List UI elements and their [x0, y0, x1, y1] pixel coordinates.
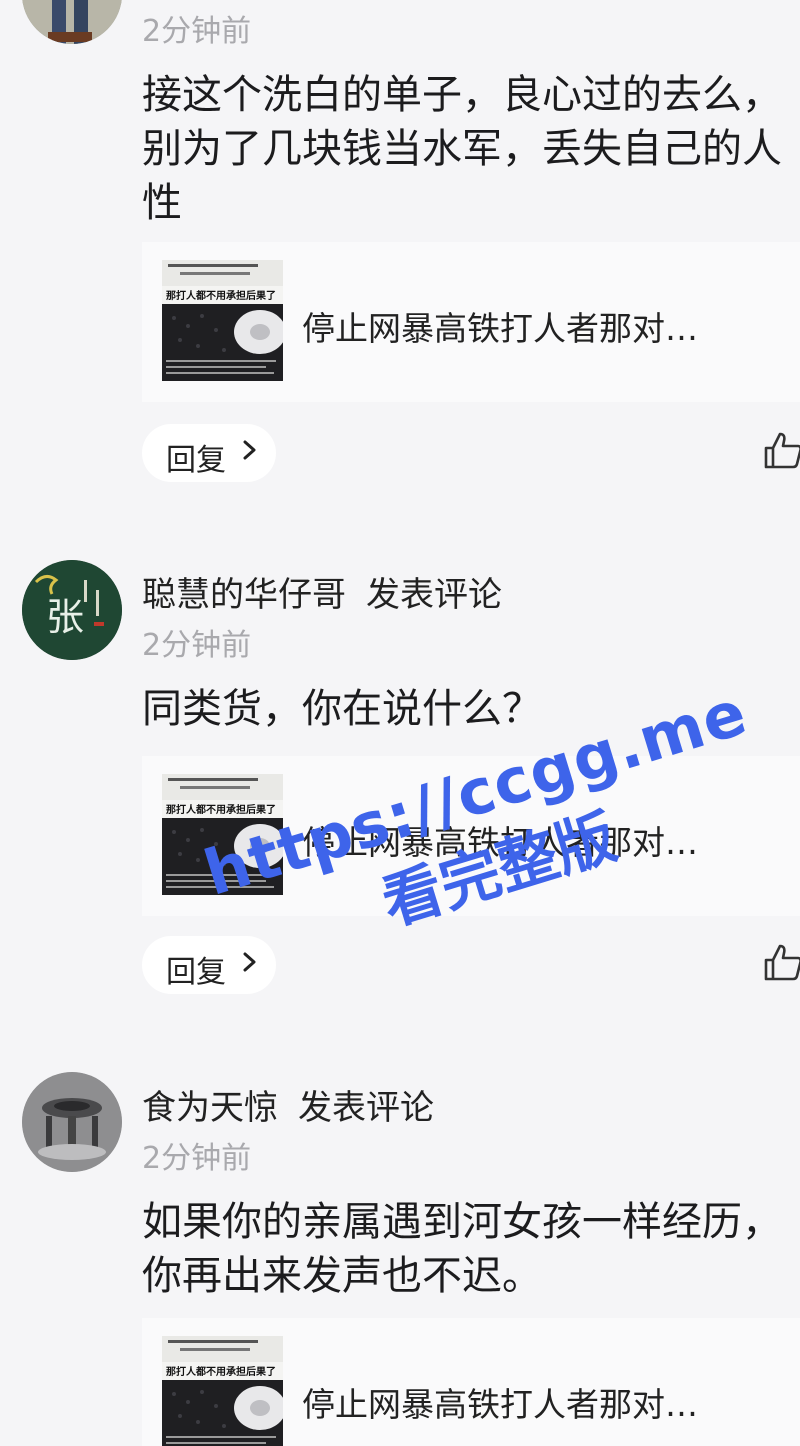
article-title: 停止网暴高铁打人者那对… — [302, 823, 698, 862]
article-thumbnail: 那打人都不用承担后果了 — [162, 1336, 283, 1446]
comment-time: 2分钟前 — [142, 1141, 252, 1176]
comment-text: 如果你的亲属遇到河女孩一样经历，你再出来发声也不迟。 — [142, 1199, 782, 1299]
article-title: 停止网暴高铁打人者那对… — [302, 1385, 698, 1424]
reply-label: 回复 — [166, 443, 226, 478]
shared-article-card[interactable]: 那打人都不用承担后果了 停止网暴高铁打人者那对… — [142, 756, 800, 916]
chevron-right-icon — [243, 440, 256, 460]
author-action: 发表评论 — [298, 1088, 434, 1128]
thumb-headline: 那打人都不用承担后果了 — [166, 803, 276, 816]
thumb-headline: 那打人都不用承担后果了 — [166, 1365, 276, 1378]
author-name[interactable]: 食为天惊 — [142, 1088, 278, 1128]
thumbs-up-icon[interactable] — [762, 430, 800, 470]
comment-text: 接这个洗白的单子，良心过的去么，别为了几块钱当水军，丢失自己的人性 — [142, 72, 782, 226]
avatar[interactable]: 张 — [22, 560, 122, 660]
shared-article-card[interactable]: 那打人都不用承担后果了 停止网暴高铁打人者那对… — [142, 1318, 800, 1446]
thumb-headline: 那打人都不用承担后果了 — [166, 289, 276, 302]
comment-time: 2分钟前 — [142, 14, 252, 49]
thumbs-up-icon[interactable] — [762, 942, 800, 982]
reply-button[interactable]: 回复 — [142, 936, 276, 994]
avatar[interactable] — [22, 1072, 122, 1172]
comment-text: 同类货，你在说什么？ — [142, 686, 542, 732]
avatar[interactable] — [22, 0, 122, 44]
author-line: 食为天惊 发表评论 — [142, 1080, 434, 1129]
article-thumbnail: 那打人都不用承担后果了 — [162, 260, 283, 381]
author-line: 聪慧的华仔哥 发表评论 — [142, 567, 502, 616]
author-action: 发表评论 — [366, 575, 502, 615]
avatar-glyph: 张 — [46, 595, 84, 639]
comment-time: 2分钟前 — [142, 628, 252, 663]
article-thumbnail: 那打人都不用承担后果了 — [162, 774, 283, 895]
chevron-right-icon — [243, 952, 256, 972]
author-name[interactable]: 聪慧的华仔哥 — [142, 575, 346, 615]
reply-label: 回复 — [166, 955, 226, 990]
shared-article-card[interactable]: 那打人都不用承担后果了 停止网暴高铁打人者那对… — [142, 242, 800, 402]
article-title: 停止网暴高铁打人者那对… — [302, 309, 698, 348]
reply-button[interactable]: 回复 — [142, 424, 276, 482]
